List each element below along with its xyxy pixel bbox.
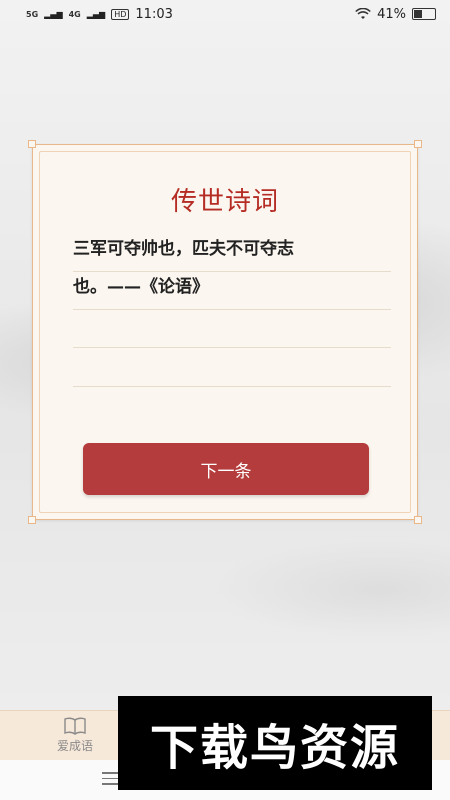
status-right: 41% (355, 7, 436, 22)
battery-percent: 41% (377, 6, 406, 22)
tab-idioms[interactable]: 爱成语 (30, 717, 120, 754)
book-icon (64, 717, 86, 735)
hd-badge: HD (111, 8, 130, 20)
menu-icon[interactable] (102, 772, 118, 789)
card-corner-ornament (28, 140, 36, 148)
tab-idioms-label: 爱成语 (56, 739, 93, 753)
signal-4g-indicator: 4G (68, 9, 81, 19)
card-corner-ornament (414, 140, 422, 148)
poem-line (73, 349, 391, 387)
card-title: 传世诗词 (170, 187, 279, 217)
signal-bars-icon-2: ▂▄▆ (86, 9, 106, 19)
card-corner-ornament (414, 516, 422, 524)
watermark-text: 下载鸟资源 (149, 720, 400, 776)
status-bar: 5G ▂▄▆ 4G ▂▄▆ HD 11:03 41% (0, 0, 450, 28)
poem-card: 传世诗词 三军可夺帅也，匹夫不可夺志 也。——《论语》 下一条 (28, 140, 422, 524)
battery-level-fill (414, 10, 422, 18)
card-corner-ornament (28, 516, 36, 524)
poem-line: 三军可夺帅也，匹夫不可夺志 (73, 234, 391, 272)
status-left: 5G ▂▄▆ 4G ▂▄▆ HD 11:03 (26, 7, 173, 22)
next-button[interactable]: 下一条 (83, 443, 369, 495)
wifi-icon (355, 8, 371, 19)
signal-5g-indicator: 5G (26, 9, 39, 19)
status-time: 11:03 (135, 6, 173, 22)
signal-bars-icon: ▂▄▆ (44, 9, 63, 19)
poem-line: 也。——《论语》 (73, 272, 391, 310)
poem-line (73, 310, 391, 348)
battery-icon (412, 8, 436, 20)
watermark-banner: 下载鸟资源 (118, 696, 432, 790)
